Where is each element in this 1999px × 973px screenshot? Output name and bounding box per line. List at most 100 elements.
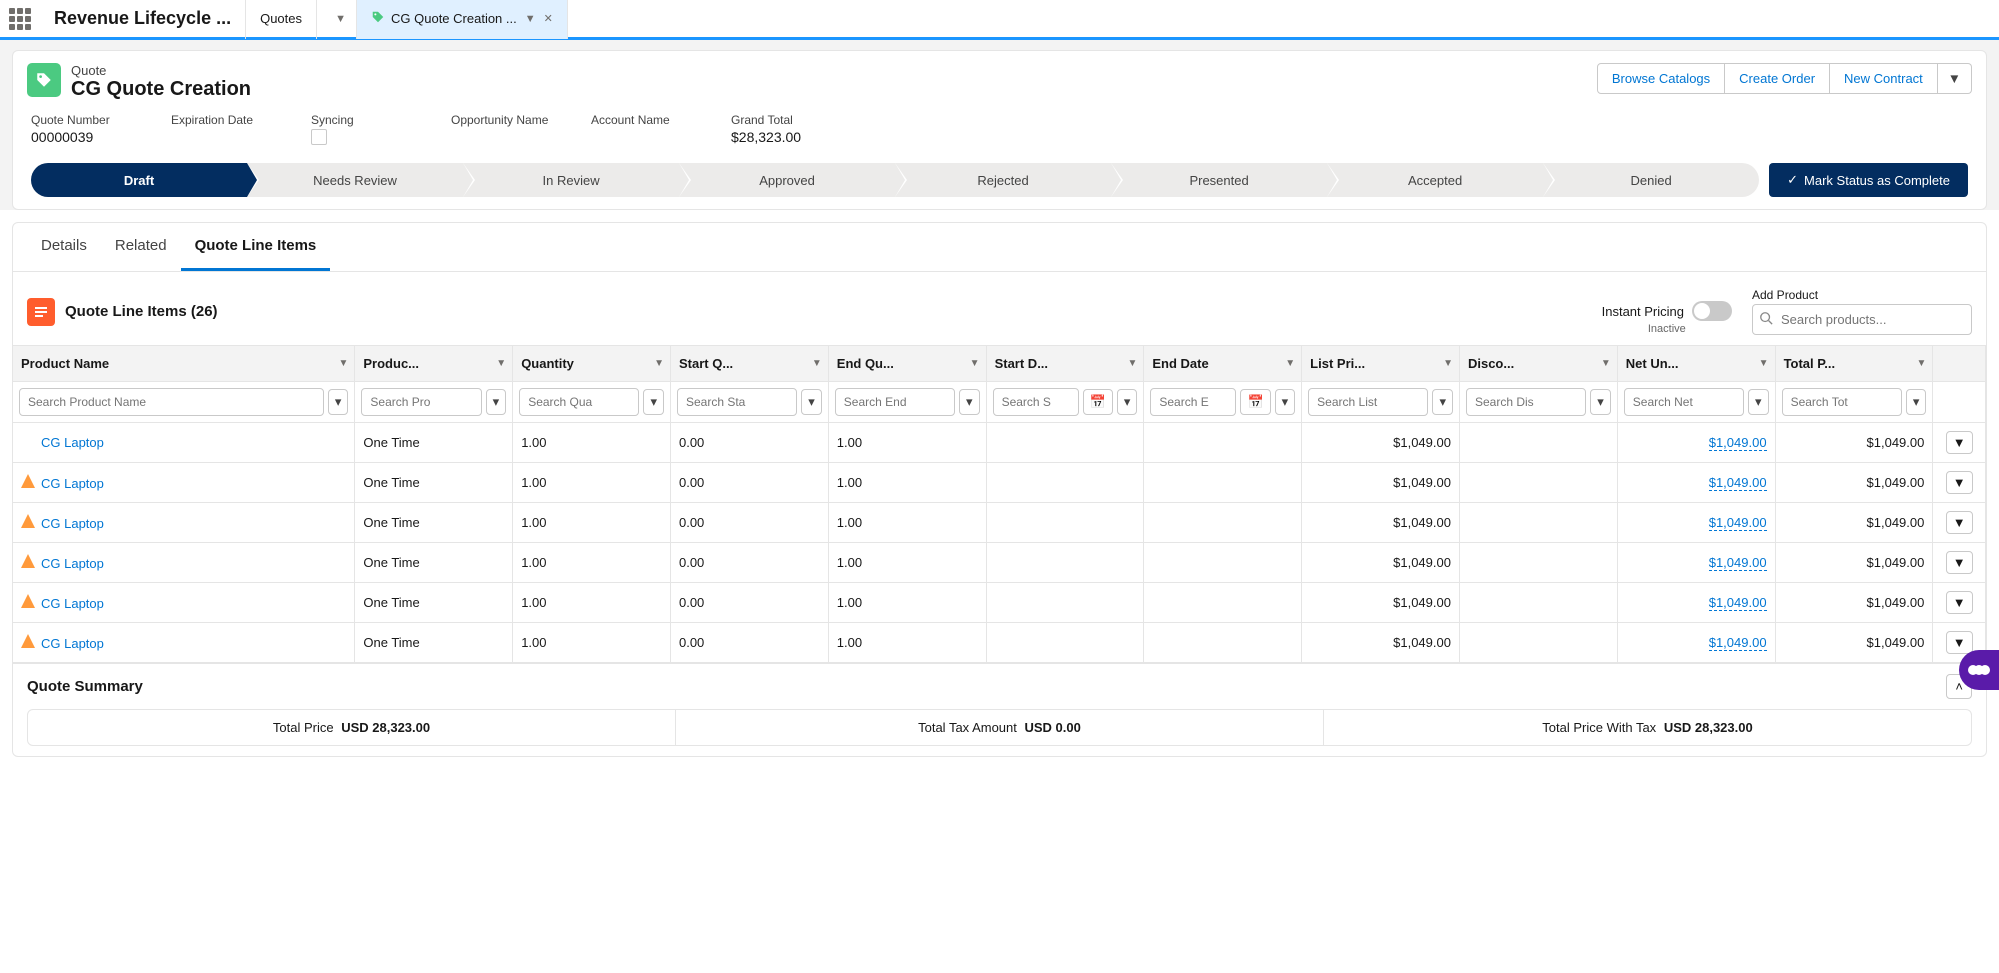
nav-tab-active-quote[interactable]: CG Quote Creation ... ▼ ✕	[356, 0, 568, 39]
cell-net-unit[interactable]: $1,049.00	[1709, 515, 1767, 531]
path-stage-presented[interactable]: Presented	[1111, 163, 1327, 197]
column-header[interactable]: Disco...▼	[1459, 346, 1617, 382]
chevron-down-icon[interactable]: ▼	[525, 13, 536, 25]
column-header[interactable]: Produc...▼	[355, 346, 513, 382]
product-link[interactable]: CG Laptop	[41, 556, 104, 571]
column-header[interactable]: Product Name▼	[13, 346, 355, 382]
table-row: CG LaptopOne Time1.000.001.00$1,049.00$1…	[13, 543, 1986, 583]
filter-icon[interactable]: ▾	[801, 389, 822, 415]
tab-related[interactable]: Related	[101, 223, 181, 271]
browse-catalogs-button[interactable]: Browse Catalogs	[1597, 63, 1725, 94]
app-launcher-icon[interactable]	[0, 0, 40, 39]
cell-net-unit[interactable]: $1,049.00	[1709, 635, 1767, 651]
cell-product-type: One Time	[355, 463, 513, 503]
row-action-menu[interactable]: ▼	[1946, 631, 1973, 654]
path-stage-draft[interactable]: Draft	[31, 163, 247, 197]
app-name[interactable]: Revenue Lifecycle ...	[40, 8, 245, 29]
filter-discount[interactable]	[1466, 388, 1586, 416]
column-header[interactable]: Start D...▼	[986, 346, 1144, 382]
cell-net-unit[interactable]: $1,049.00	[1709, 555, 1767, 571]
path-stage-needs-review[interactable]: Needs Review	[247, 163, 463, 197]
more-actions-button[interactable]: ▼	[1938, 63, 1972, 94]
column-header[interactable]: List Pri...▼	[1302, 346, 1460, 382]
cell-quantity: 1.00	[513, 543, 671, 583]
cell-start-qty: 0.00	[670, 463, 828, 503]
filter-list-price[interactable]	[1308, 388, 1428, 416]
column-header[interactable]: Net Un...▼	[1617, 346, 1775, 382]
product-link[interactable]: CG Laptop	[41, 596, 104, 611]
path-stages: DraftNeeds ReviewIn ReviewApprovedReject…	[31, 163, 1759, 197]
calendar-icon[interactable]: 📅	[1240, 389, 1270, 415]
filter-icon[interactable]: ▾	[1906, 389, 1927, 415]
instant-pricing-toggle[interactable]	[1692, 301, 1732, 321]
nav-tab-quotes[interactable]: Quotes	[245, 0, 316, 39]
filter-product-name[interactable]	[19, 388, 324, 416]
assistant-badge-icon[interactable]	[1959, 650, 1999, 690]
path-stage-approved[interactable]: Approved	[679, 163, 895, 197]
filter-icon[interactable]: ▾	[1275, 389, 1296, 415]
quote-object-icon	[27, 63, 61, 97]
cell-end-date	[1144, 423, 1302, 463]
column-header[interactable]: Total P...▼	[1775, 346, 1933, 382]
warning-icon	[21, 594, 35, 608]
column-header[interactable]: Start Q...▼	[670, 346, 828, 382]
cell-net-unit[interactable]: $1,049.00	[1709, 435, 1767, 451]
filter-start-quantity[interactable]	[677, 388, 797, 416]
quote-number-label: Quote Number	[31, 113, 131, 127]
row-action-menu[interactable]: ▼	[1946, 551, 1973, 574]
new-contract-button[interactable]: New Contract	[1830, 63, 1938, 94]
filter-quantity[interactable]	[519, 388, 639, 416]
filter-product-type[interactable]	[361, 388, 481, 416]
filter-net-unit[interactable]	[1624, 388, 1744, 416]
filter-start-date[interactable]	[993, 388, 1079, 416]
add-product-search-input[interactable]	[1752, 304, 1972, 335]
path-stage-denied[interactable]: Denied	[1543, 163, 1759, 197]
product-link[interactable]: CG Laptop	[41, 636, 104, 651]
syncing-checkbox[interactable]	[311, 129, 327, 145]
cell-end-qty: 1.00	[828, 503, 986, 543]
summary-title: Quote Summary	[27, 678, 143, 695]
column-header[interactable]: End Qu...▼	[828, 346, 986, 382]
filter-icon[interactable]: ▾	[1748, 389, 1769, 415]
product-link[interactable]: CG Laptop	[41, 476, 104, 491]
close-icon[interactable]: ✕	[544, 12, 553, 25]
table-row: CG LaptopOne Time1.000.001.00$1,049.00$1…	[13, 463, 1986, 503]
cell-total-price: $1,049.00	[1775, 503, 1933, 543]
path-stage-in-review[interactable]: In Review	[463, 163, 679, 197]
product-link[interactable]: CG Laptop	[41, 435, 104, 450]
tab-details[interactable]: Details	[27, 223, 101, 271]
qli-list-icon	[27, 298, 55, 326]
calendar-icon[interactable]: 📅	[1083, 389, 1113, 415]
row-action-menu[interactable]: ▼	[1946, 431, 1973, 454]
row-action-menu[interactable]: ▼	[1946, 471, 1973, 494]
mark-complete-button[interactable]: ✓ Mark Status as Complete	[1769, 163, 1968, 197]
filter-icon[interactable]: ▾	[643, 389, 664, 415]
nav-tab-quotes-menu[interactable]: ▼	[316, 0, 356, 39]
cell-start-date	[986, 503, 1144, 543]
filter-icon[interactable]: ▾	[959, 389, 980, 415]
search-icon	[1759, 311, 1773, 325]
column-header[interactable]: Quantity▼	[513, 346, 671, 382]
filter-icon[interactable]: ▾	[1432, 389, 1453, 415]
cell-total-price: $1,049.00	[1775, 423, 1933, 463]
path-stage-accepted[interactable]: Accepted	[1327, 163, 1543, 197]
filter-icon[interactable]: ▾	[1590, 389, 1611, 415]
cell-start-qty: 0.00	[670, 503, 828, 543]
tab-quote-line-items[interactable]: Quote Line Items	[181, 223, 331, 271]
path-stage-rejected[interactable]: Rejected	[895, 163, 1111, 197]
filter-icon[interactable]: ▾	[328, 389, 349, 415]
grand-total-value: $28,323.00	[731, 129, 831, 145]
filter-icon[interactable]: ▾	[486, 389, 507, 415]
filter-icon[interactable]: ▾	[1117, 389, 1138, 415]
filter-end-date[interactable]	[1150, 388, 1236, 416]
filter-end-quantity[interactable]	[835, 388, 955, 416]
column-header[interactable]: End Date▼	[1144, 346, 1302, 382]
filter-total-price[interactable]	[1782, 388, 1902, 416]
product-link[interactable]: CG Laptop	[41, 516, 104, 531]
cell-net-unit[interactable]: $1,049.00	[1709, 595, 1767, 611]
row-action-menu[interactable]: ▼	[1946, 591, 1973, 614]
cell-product-type: One Time	[355, 503, 513, 543]
cell-net-unit[interactable]: $1,049.00	[1709, 475, 1767, 491]
create-order-button[interactable]: Create Order	[1725, 63, 1830, 94]
row-action-menu[interactable]: ▼	[1946, 511, 1973, 534]
